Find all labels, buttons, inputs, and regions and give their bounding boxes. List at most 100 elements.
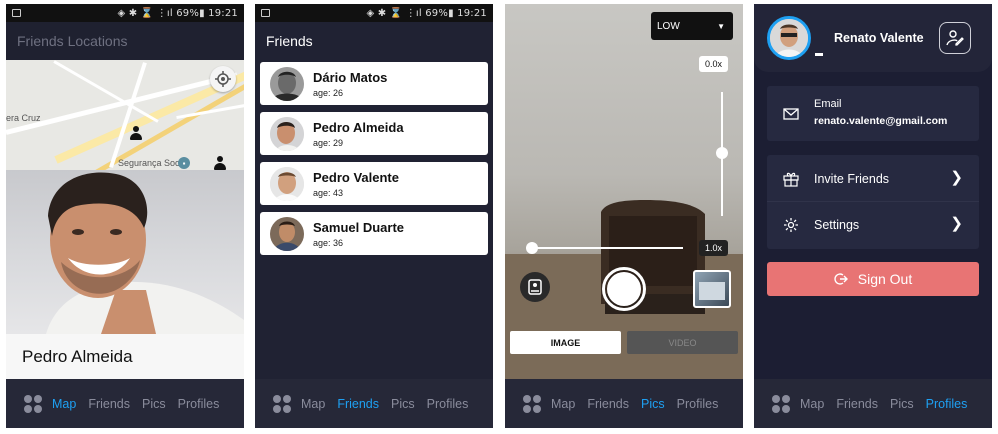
nav-friends[interactable]: Friends xyxy=(337,397,379,411)
friend-age: age: 29 xyxy=(313,137,344,148)
shutter-button[interactable] xyxy=(602,267,646,311)
chevron-down-icon: ▼ xyxy=(717,21,725,31)
status-bar: ◈ ✱ ⌛ ⋮ıl 69%▮ 19:21 xyxy=(6,4,244,22)
nav-pics[interactable]: Pics xyxy=(641,397,665,411)
friend-marker[interactable] xyxy=(129,126,143,140)
edit-user-icon xyxy=(946,30,964,46)
friend-name: Pedro Almeida xyxy=(313,119,404,135)
nav-map[interactable]: Map xyxy=(52,397,76,411)
crosshair-icon xyxy=(215,71,231,87)
bottom-navigation: Map Friends Pics Profiles xyxy=(754,379,992,428)
friend-card[interactable]: Pedro Almeida age: 29 xyxy=(260,112,488,155)
friend-avatar xyxy=(270,166,304,201)
switch-camera-icon xyxy=(528,279,542,295)
online-indicator xyxy=(815,53,823,56)
invite-friends-item[interactable]: Invite Friends ❯ xyxy=(767,155,979,202)
email-label: Email xyxy=(814,98,842,110)
quality-value: LOW xyxy=(657,20,680,32)
app-bar: Friends xyxy=(255,22,493,60)
friend-card[interactable]: Samuel Duarte age: 36 xyxy=(260,212,488,255)
friend-name: Pedro Valente xyxy=(313,169,399,185)
menu-list: Invite Friends ❯ Settings ❯ xyxy=(767,155,979,249)
nav-pics[interactable]: Pics xyxy=(890,397,914,411)
friends-map[interactable]: era Cruz Segurança Social ▪ xyxy=(6,60,244,170)
mail-icon xyxy=(783,108,799,120)
camera-preview[interactable]: LOW ▼ 0.0x 1.0x xyxy=(505,4,743,381)
settings-label: Settings xyxy=(814,218,860,232)
gear-icon xyxy=(784,218,798,232)
friend-age: age: 43 xyxy=(313,187,344,198)
nav-profiles[interactable]: Profiles xyxy=(926,397,968,411)
app-bar: Friends Locations xyxy=(6,22,244,60)
email-value: renato.valente@gmail.com xyxy=(814,115,948,127)
edit-profile-button[interactable] xyxy=(939,22,971,54)
gift-icon xyxy=(783,172,799,187)
poi-icon: ▪ xyxy=(178,157,190,169)
zoom-max-label: 0.0x xyxy=(699,56,729,72)
nav-profiles[interactable]: Profiles xyxy=(178,397,220,411)
status-indicators: ◈ ✱ ⌛ ⋮ıl xyxy=(117,7,173,19)
nav-profiles[interactable]: Profiles xyxy=(677,397,719,411)
nav-map[interactable]: Map xyxy=(551,397,575,411)
friend-card[interactable]: Pedro Valente age: 43 xyxy=(260,162,488,205)
nav-profiles[interactable]: Profiles xyxy=(427,397,469,411)
friend-age: age: 26 xyxy=(313,87,344,98)
selected-friend-name: Pedro Almeida xyxy=(6,334,244,379)
status-bar: ◈ ✱ ⌛ ⋮ıl 69%▮ 19:21 xyxy=(255,4,493,22)
apps-grid-icon[interactable] xyxy=(24,394,42,413)
nav-map[interactable]: Map xyxy=(301,397,325,411)
sign-out-button[interactable]: Sign Out xyxy=(767,262,979,296)
settings-item[interactable]: Settings ❯ xyxy=(767,202,979,249)
vertical-slider-knob[interactable] xyxy=(716,147,728,159)
page-title: Friends xyxy=(266,33,313,49)
friend-age: age: 36 xyxy=(313,237,344,248)
apps-grid-icon[interactable] xyxy=(273,394,291,413)
zoom-level-label: 1.0x xyxy=(699,240,729,256)
nav-pics[interactable]: Pics xyxy=(142,397,166,411)
nav-friends[interactable]: Friends xyxy=(88,397,130,411)
nav-map[interactable]: Map xyxy=(800,397,824,411)
apps-grid-icon[interactable] xyxy=(772,394,790,413)
camera-screen: LOW ▼ 0.0x 1.0x IMAGE VIDEO Map Friends … xyxy=(505,4,743,428)
friend-name: Samuel Duarte xyxy=(313,219,405,235)
email-row: Email renato.valente@gmail.com xyxy=(767,86,979,141)
friend-name: Dário Matos xyxy=(313,69,388,85)
friend-photo xyxy=(6,170,244,334)
quality-select[interactable]: LOW ▼ xyxy=(651,12,733,40)
map-screen: ◈ ✱ ⌛ ⋮ıl 69%▮ 19:21 Friends Locations e… xyxy=(6,4,244,428)
battery-level: 69% xyxy=(176,7,200,19)
invite-friends-label: Invite Friends xyxy=(814,172,890,186)
bottom-navigation: Map Friends Pics Profiles xyxy=(505,379,743,428)
friend-portrait xyxy=(46,172,244,334)
gallery-thumbnail[interactable] xyxy=(693,270,731,308)
screenshot-icon xyxy=(12,9,21,17)
screenshot-icon xyxy=(261,9,270,17)
my-location-button[interactable] xyxy=(210,66,236,92)
map-label-town: era Cruz xyxy=(6,113,41,123)
friend-marker[interactable] xyxy=(213,156,227,170)
profile-header: Renato Valente xyxy=(754,4,992,72)
chevron-right-icon: ❯ xyxy=(950,169,963,186)
clock: 19:21 xyxy=(457,7,487,19)
apps-grid-icon[interactable] xyxy=(523,394,541,413)
nav-friends[interactable]: Friends xyxy=(587,397,629,411)
bottom-navigation: Map Friends Pics Profiles xyxy=(6,379,244,428)
mode-video-button[interactable]: VIDEO xyxy=(627,331,738,354)
profile-name: Renato Valente xyxy=(834,31,924,45)
status-indicators: ◈ ✱ ⌛ ⋮ıl xyxy=(366,7,422,19)
page-title: Friends Locations xyxy=(17,33,128,49)
bottom-navigation: Map Friends Pics Profiles xyxy=(255,379,493,428)
friend-card[interactable]: Dário Matos age: 26 xyxy=(260,62,488,105)
chevron-right-icon: ❯ xyxy=(950,215,963,232)
friend-avatar xyxy=(270,116,304,151)
switch-camera-button[interactable] xyxy=(520,272,550,302)
friend-avatar xyxy=(270,66,304,101)
friend-avatar xyxy=(270,216,304,251)
avatar[interactable] xyxy=(767,16,811,60)
mode-image-button[interactable]: IMAGE xyxy=(510,331,621,354)
horizontal-zoom-slider[interactable] xyxy=(531,247,683,249)
nav-pics[interactable]: Pics xyxy=(391,397,415,411)
horizontal-slider-knob[interactable] xyxy=(526,242,538,254)
sign-out-label: Sign Out xyxy=(857,271,913,287)
nav-friends[interactable]: Friends xyxy=(836,397,878,411)
